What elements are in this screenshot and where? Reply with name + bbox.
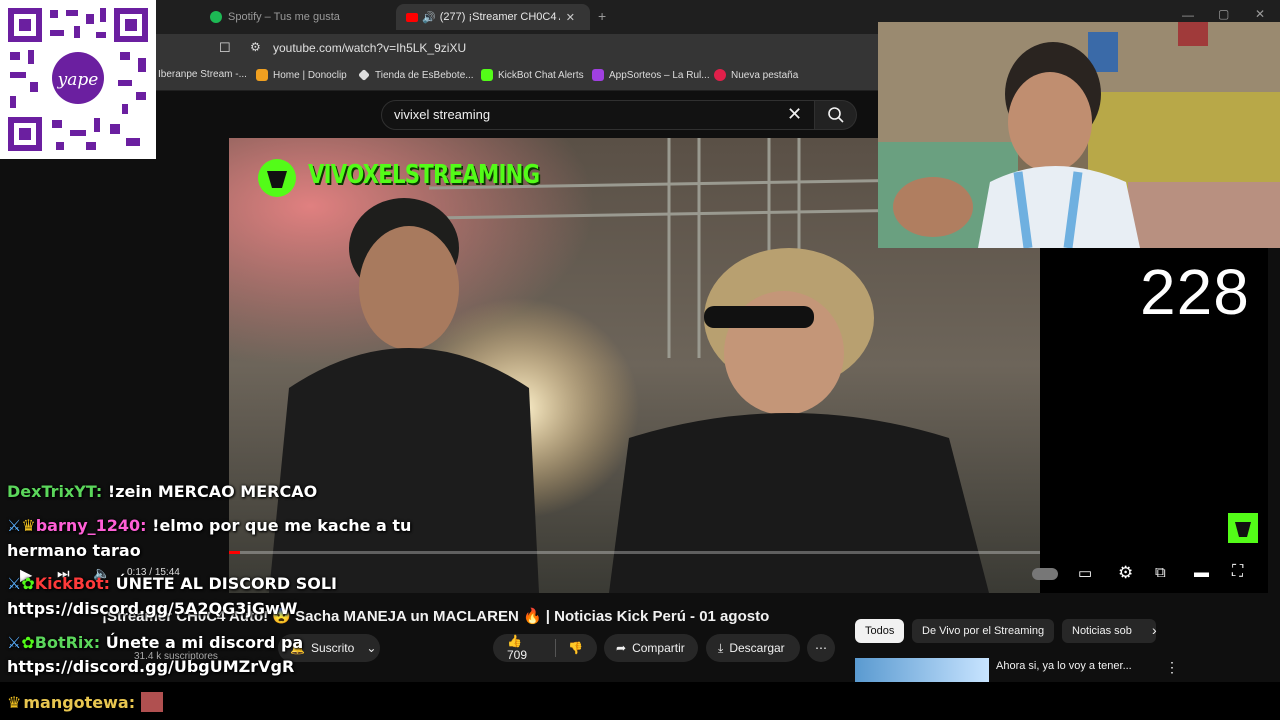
donoclip-icon bbox=[256, 69, 268, 81]
miniplayer-icon[interactable]: ⧉ bbox=[1155, 564, 1166, 581]
yape-qr-code: yape bbox=[0, 0, 156, 159]
search-button[interactable] bbox=[815, 100, 857, 130]
appsorteos-icon bbox=[592, 69, 604, 81]
chat-message: ⚔♛barny_1240: !elmo por que me kache a t… bbox=[7, 516, 411, 535]
divider bbox=[555, 639, 557, 657]
chat-username: mangotewa: bbox=[23, 692, 136, 712]
chat-username: BotRix: bbox=[34, 633, 101, 652]
like-button[interactable]: 👍 709 bbox=[507, 634, 543, 662]
chat-message-continued: https://discord.gg/5A2QG3jGwW bbox=[7, 599, 298, 618]
recommended-thumbnail[interactable] bbox=[855, 658, 989, 682]
bookmark-label: Tienda de EsBebote... bbox=[375, 69, 474, 81]
chat-message: ♛ mangotewa: bbox=[7, 692, 164, 712]
tab-spotify[interactable]: Spotify – Tus me gusta bbox=[200, 4, 390, 30]
clear-search-icon[interactable]: ✕ bbox=[787, 104, 802, 125]
bookmark-star-icon[interactable]: ☐ bbox=[219, 40, 231, 56]
dislike-button[interactable]: 👎 bbox=[568, 641, 583, 655]
chat-message: ⚔✿BotRix: Únete a mi discord pa bbox=[7, 633, 303, 652]
bookmark-label: KickBot Chat Alerts bbox=[498, 69, 584, 81]
youtube-icon bbox=[406, 12, 418, 22]
moderator-sword-icon: ⚔ bbox=[7, 574, 22, 593]
download-label: Descargar bbox=[729, 641, 785, 655]
settings-gear-icon[interactable]: ⚙ bbox=[1118, 563, 1133, 583]
moderator-sword-icon: ⚔ bbox=[7, 633, 22, 652]
emote-image bbox=[141, 692, 164, 712]
chat-message: ⚔✿KickBot: ÚNETE AL DISCORD SOLI bbox=[7, 574, 337, 593]
bookmark-label: Nueva pestaña bbox=[731, 69, 799, 81]
like-dislike-group: 👍 709 👎 bbox=[493, 634, 597, 662]
crown-icon: ♛ bbox=[21, 516, 36, 535]
share-label: Compartir bbox=[632, 641, 685, 655]
diamond-icon bbox=[358, 69, 370, 81]
chevron-down-icon: ⌄ bbox=[366, 641, 377, 655]
close-window-button[interactable]: ✕ bbox=[1255, 7, 1265, 21]
chat-text: Únete a mi discord pa bbox=[105, 633, 304, 652]
chat-text: !zein MERCAO MERCAO bbox=[107, 482, 318, 501]
kick-logo-icon bbox=[1228, 513, 1258, 543]
bookmark-item[interactable]: Nueva pestaña bbox=[714, 69, 798, 81]
chat-username: barny_1240: bbox=[35, 516, 147, 535]
chat-username: KickBot: bbox=[34, 574, 110, 593]
tab-youtube[interactable]: 🔊 (277) ¡Streamer CH0C4 Ac ✕ bbox=[396, 4, 590, 30]
bookmark-item[interactable]: Iberanpe Stream -... bbox=[158, 69, 247, 80]
viewer-counter: 228 bbox=[1140, 256, 1250, 328]
minimize-button[interactable]: — bbox=[1182, 8, 1194, 22]
chevron-right-icon[interactable]: › bbox=[1152, 622, 1157, 638]
search-icon bbox=[827, 107, 844, 123]
subscribed-label: Suscrito bbox=[310, 641, 355, 655]
chat-message-continued: https://discord.gg/UbgUMZrVgR bbox=[7, 657, 295, 676]
verified-badge-icon: ✿ bbox=[21, 574, 35, 593]
verified-badge-icon: ✿ bbox=[21, 633, 35, 652]
bookmark-item[interactable]: Home | Donoclip bbox=[256, 69, 347, 81]
chat-message-continued: hermano tarao bbox=[7, 541, 141, 560]
share-icon: ➦ bbox=[616, 641, 627, 655]
recommended-title[interactable]: Ahora si, ya lo voy a tener... bbox=[996, 660, 1132, 672]
yape-logo-text: yape bbox=[57, 70, 99, 90]
subtitles-icon[interactable]: ▭ bbox=[1078, 564, 1092, 582]
search-query: vivixel streaming bbox=[394, 107, 491, 122]
moderator-sword-icon: ⚔ bbox=[7, 516, 22, 535]
tab-label: (277) ¡Streamer CH0C4 Ac bbox=[439, 11, 560, 23]
theater-mode-icon[interactable]: ▬ bbox=[1194, 564, 1209, 581]
chat-username: DexTrixYT: bbox=[7, 482, 103, 501]
spotify-icon bbox=[210, 11, 222, 23]
close-tab-icon[interactable]: ✕ bbox=[566, 11, 575, 24]
download-button[interactable]: ⤓ Descargar bbox=[706, 634, 800, 662]
recommended-menu-icon[interactable]: ⋮ bbox=[1165, 659, 1179, 676]
chip-noticias[interactable]: Noticias sob bbox=[1062, 619, 1156, 643]
kickbot-icon bbox=[481, 69, 493, 81]
fullscreen-icon[interactable]: ⛶ bbox=[1232, 563, 1243, 581]
more-actions-button[interactable]: ⋯ bbox=[807, 634, 835, 662]
bookmark-item[interactable]: AppSorteos – La Rul... bbox=[592, 69, 710, 81]
bookmark-label: AppSorteos – La Rul... bbox=[609, 69, 710, 81]
tab-label: Spotify – Tus me gusta bbox=[228, 11, 340, 23]
bookmark-label: Home | Donoclip bbox=[273, 69, 347, 81]
chip-de-vivo[interactable]: De Vivo por el Streaming bbox=[912, 619, 1055, 643]
like-count: 709 bbox=[507, 648, 528, 662]
autoplay-toggle[interactable] bbox=[1032, 568, 1058, 580]
bottom-bar bbox=[0, 682, 1280, 720]
bookmark-item[interactable]: KickBot Chat Alerts bbox=[481, 69, 584, 81]
video-watermark: VIVOXELSTREAMING bbox=[308, 160, 540, 190]
chip-todos[interactable]: Todos bbox=[855, 619, 905, 643]
new-tab-button[interactable]: + bbox=[598, 8, 606, 24]
new-tab-icon bbox=[714, 69, 726, 81]
chat-message: DexTrixYT: !zein MERCAO MERCAO bbox=[7, 482, 317, 501]
bookmark-item[interactable]: Tienda de EsBebote... bbox=[358, 69, 474, 81]
crown-icon: ♛ bbox=[7, 692, 22, 712]
chat-text: !elmo por que me kache a tu bbox=[152, 516, 412, 535]
maximize-button[interactable]: ▢ bbox=[1218, 7, 1229, 21]
bookmark-label: Iberanpe Stream -... bbox=[158, 69, 247, 80]
speaker-icon: 🔊 bbox=[422, 11, 436, 24]
webcam-feed bbox=[878, 22, 1280, 248]
download-icon: ⤓ bbox=[718, 640, 724, 655]
url-field[interactable]: youtube.com/watch?v=Ih5LK_9ziXU bbox=[273, 41, 466, 55]
chat-text: ÚNETE AL DISCORD SOLI bbox=[115, 574, 337, 593]
site-info-icon[interactable]: ⚙ bbox=[250, 40, 261, 54]
share-button[interactable]: ➦ Compartir bbox=[604, 634, 698, 662]
